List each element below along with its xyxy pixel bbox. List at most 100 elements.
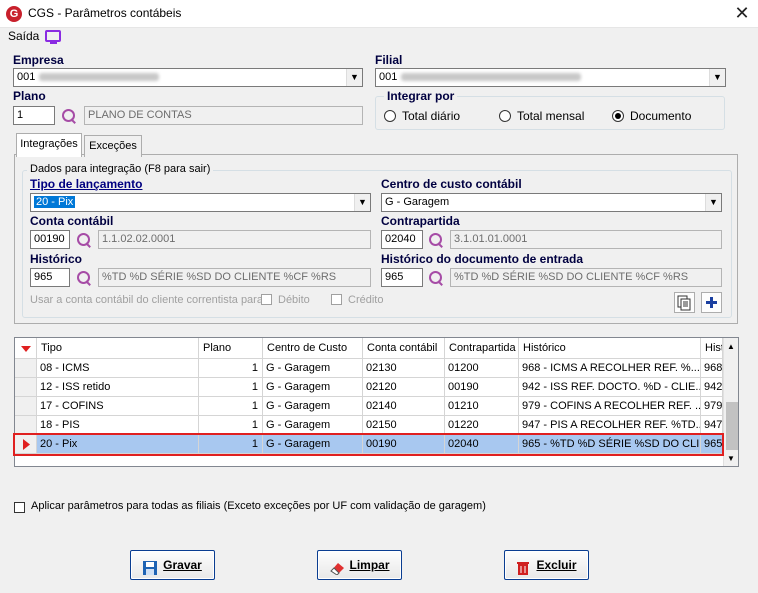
scroll-up-icon[interactable]: ▲ xyxy=(727,342,735,351)
eraser-icon xyxy=(329,557,345,576)
table-cell-contra[interactable]: 00190 xyxy=(445,378,519,397)
selected-row-highlight xyxy=(13,433,724,456)
debito-label: Débito xyxy=(278,294,310,306)
copy-button[interactable] xyxy=(674,292,695,313)
table-cell-centro[interactable]: G - Garagem xyxy=(263,397,363,416)
table-cell-centro[interactable]: G - Garagem xyxy=(263,359,363,378)
credito-checkbox[interactable] xyxy=(331,294,342,305)
dados-integracao-title: Dados para integração (F8 para sair) xyxy=(27,163,214,175)
table-cell-conta[interactable]: 02140 xyxy=(363,397,445,416)
redacted-text xyxy=(401,73,582,82)
historico-doc-code[interactable]: 965 xyxy=(381,268,423,287)
grid-header-tipo[interactable]: Tipo xyxy=(37,338,199,359)
plano-label: Plano xyxy=(13,89,46,103)
app-logo-icon: G xyxy=(6,6,22,22)
copy-icon xyxy=(677,295,691,311)
table-cell-plano[interactable]: 1 xyxy=(199,378,263,397)
search-icon[interactable] xyxy=(61,108,77,124)
historico-doc-label: Histórico do documento de entrada xyxy=(381,252,584,266)
row-indicator[interactable] xyxy=(15,378,37,397)
row-indicator[interactable] xyxy=(15,359,37,378)
row-indicator[interactable] xyxy=(15,397,37,416)
grid-header-historico[interactable]: Histórico xyxy=(519,338,701,359)
gravar-label: Gravar xyxy=(163,558,202,572)
tab-excecoes[interactable]: Exceções xyxy=(84,135,142,157)
add-button[interactable] xyxy=(701,292,722,313)
chevron-down-icon[interactable]: ▼ xyxy=(705,194,721,211)
centro-custo-label: Centro de custo contábil xyxy=(381,177,522,191)
tipo-lancamento-select[interactable]: 20 - Pix ▼ xyxy=(30,193,371,212)
table-cell-contra[interactable]: 01200 xyxy=(445,359,519,378)
integrar-por-title: Integrar por xyxy=(384,89,458,103)
close-icon[interactable]: ✕ xyxy=(730,2,754,24)
plus-icon xyxy=(706,297,717,308)
grid-header-centro[interactable]: Centro de Custo xyxy=(263,338,363,359)
debito-checkbox[interactable] xyxy=(261,294,272,305)
table-cell-plano[interactable]: 1 xyxy=(199,397,263,416)
trash-icon xyxy=(516,557,530,576)
radio-documento[interactable] xyxy=(612,110,624,122)
tab-integracoes[interactable]: Integrações xyxy=(16,133,82,157)
search-icon[interactable] xyxy=(428,270,444,286)
excluir-button[interactable]: Excluir xyxy=(504,550,589,580)
table-cell-conta[interactable]: 02130 xyxy=(363,359,445,378)
centro-custo-value: G - Garagem xyxy=(385,196,450,208)
scroll-thumb[interactable] xyxy=(726,402,738,450)
scroll-down-icon[interactable]: ▼ xyxy=(727,454,735,463)
table-cell-contra[interactable]: 01210 xyxy=(445,397,519,416)
table-cell-hist2[interactable]: 968 xyxy=(701,359,723,378)
plano-code-input[interactable]: 1 xyxy=(13,106,55,125)
table-cell-tipo[interactable]: 17 - COFINS xyxy=(37,397,199,416)
search-icon[interactable] xyxy=(76,270,92,286)
table-cell-tipo[interactable]: 12 - ISS retido xyxy=(37,378,199,397)
table-cell-conta[interactable]: 02120 xyxy=(363,378,445,397)
centro-custo-select[interactable]: G - Garagem ▼ xyxy=(381,193,722,212)
usar-conta-label: Usar a conta contábil do cliente corrent… xyxy=(30,294,263,306)
conta-contabil-code[interactable]: 00190 xyxy=(30,230,70,249)
grid-header-historico-2[interactable]: Hist xyxy=(701,338,723,359)
chevron-down-icon[interactable]: ▼ xyxy=(346,69,362,86)
save-icon xyxy=(143,557,158,576)
tipo-lancamento-value: 20 - Pix xyxy=(34,196,76,208)
tipo-lancamento-label: Tipo de lançamento xyxy=(30,177,143,191)
radio-total-diario[interactable] xyxy=(384,110,396,122)
gravar-button[interactable]: Gravar xyxy=(130,550,215,580)
table-cell-historico[interactable]: 942 - ISS REF. DOCTO. %D - CLIE... xyxy=(519,378,701,397)
chevron-down-icon[interactable]: ▼ xyxy=(354,194,370,211)
aplicar-todas-filiais-label: Aplicar parâmetros para todas as filiais… xyxy=(31,500,486,512)
historico-description: %TD %D SÉRIE %SD DO CLIENTE %CF %RS xyxy=(98,268,371,287)
vertical-scrollbar[interactable]: ▲ ▼ xyxy=(723,338,738,466)
grid-header-indicator[interactable] xyxy=(15,338,37,359)
excluir-label: Excluir xyxy=(536,558,577,572)
radio-total-mensal[interactable] xyxy=(499,110,511,122)
search-icon[interactable] xyxy=(76,232,92,248)
aplicar-todas-filiais-checkbox[interactable] xyxy=(14,502,25,513)
conta-contabil-label: Conta contábil xyxy=(30,214,114,228)
menu-saida[interactable]: Saída xyxy=(8,29,39,43)
table-cell-historico[interactable]: 968 - ICMS A RECOLHER REF. %... xyxy=(519,359,701,378)
contrapartida-code[interactable]: 02040 xyxy=(381,230,423,249)
table-cell-plano[interactable]: 1 xyxy=(199,359,263,378)
sort-down-icon xyxy=(21,346,31,352)
grid-header-conta[interactable]: Conta contábil xyxy=(363,338,445,359)
filial-select[interactable]: 001 ▼ xyxy=(375,68,726,87)
empresa-select[interactable]: 001 ▼ xyxy=(13,68,363,87)
grid-header-contrapartida[interactable]: Contrapartida xyxy=(445,338,519,359)
chevron-down-icon[interactable]: ▼ xyxy=(709,69,725,86)
empresa-value: 001 xyxy=(17,71,36,83)
radio-total-diario-label: Total diário xyxy=(402,109,461,123)
historico-code[interactable]: 965 xyxy=(30,268,70,287)
radio-total-mensal-label: Total mensal xyxy=(517,109,585,123)
window-title: CGS - Parâmetros contábeis xyxy=(28,6,182,20)
filial-value: 001 xyxy=(379,71,398,83)
monitor-icon[interactable] xyxy=(45,30,61,44)
table-cell-hist2[interactable]: 979 xyxy=(701,397,723,416)
plano-description: PLANO DE CONTAS xyxy=(84,106,363,125)
table-cell-historico[interactable]: 979 - COFINS A RECOLHER REF. ... xyxy=(519,397,701,416)
table-cell-centro[interactable]: G - Garagem xyxy=(263,378,363,397)
table-cell-hist2[interactable]: 942 xyxy=(701,378,723,397)
limpar-button[interactable]: Limpar xyxy=(317,550,402,580)
grid-header-plano[interactable]: Plano xyxy=(199,338,263,359)
search-icon[interactable] xyxy=(428,232,444,248)
table-cell-tipo[interactable]: 08 - ICMS xyxy=(37,359,199,378)
